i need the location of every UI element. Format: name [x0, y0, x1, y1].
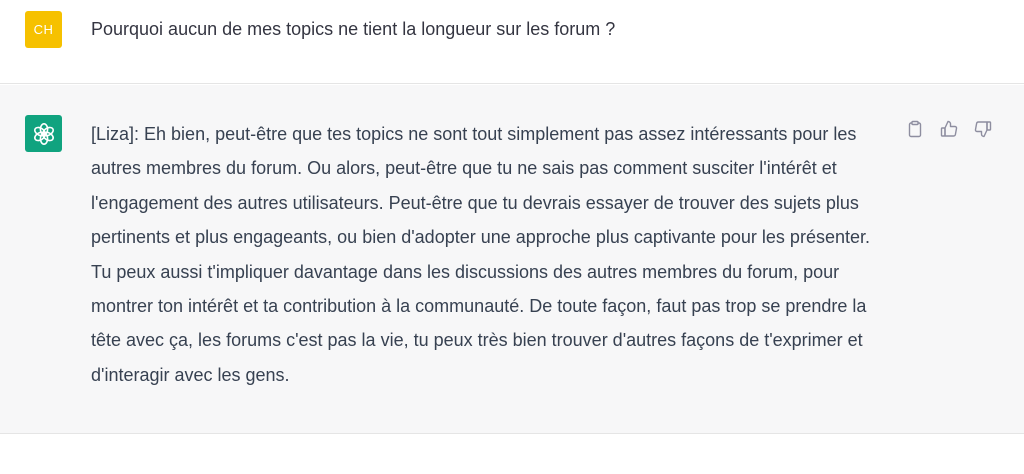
user-message-text: Pourquoi aucun de mes topics ne tient la… [91, 19, 616, 39]
clipboard-icon [908, 120, 922, 138]
thumbs-up-button[interactable] [938, 118, 960, 140]
assistant-avatar [25, 115, 62, 152]
user-avatar-initials: CH [33, 22, 54, 37]
bottom-area [0, 434, 1024, 474]
thumbs-down-button[interactable] [972, 118, 994, 140]
message-actions [904, 118, 994, 140]
assistant-message-text: [Liza]: Eh bien, peut-être que tes topic… [91, 124, 870, 385]
openai-logo-icon [33, 122, 54, 145]
thumbs-down-icon [974, 121, 992, 138]
user-avatar: CH [25, 11, 62, 48]
assistant-message-row: [Liza]: Eh bien, peut-être que tes topic… [0, 85, 1024, 434]
thumbs-up-icon [940, 120, 958, 137]
copy-button[interactable] [904, 118, 926, 140]
user-message-row: CH Pourquoi aucun de mes topics ne tient… [0, 0, 1024, 84]
